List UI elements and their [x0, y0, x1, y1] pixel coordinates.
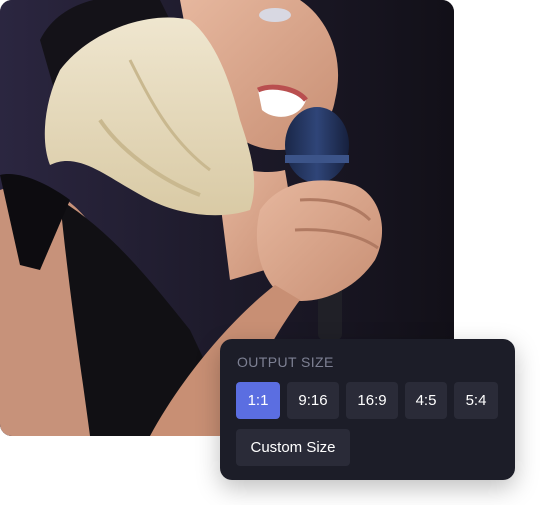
output-size-title: OUTPUT SIZE	[237, 354, 334, 370]
ratio-1-1-button[interactable]: 1:1	[236, 382, 280, 419]
stage: OUTPUT SIZE 1:1 9:16 16:9 4:5 5:4 Custom…	[0, 0, 540, 505]
ratio-5-4-button[interactable]: 5:4	[454, 382, 498, 419]
custom-size-button[interactable]: Custom Size	[236, 429, 350, 466]
ratio-9-16-button[interactable]: 9:16	[287, 382, 339, 419]
ratio-16-9-button[interactable]: 16:9	[346, 382, 398, 419]
output-size-panel: OUTPUT SIZE 1:1 9:16 16:9 4:5 5:4 Custom…	[220, 339, 515, 480]
ratio-4-5-button[interactable]: 4:5	[405, 382, 447, 419]
